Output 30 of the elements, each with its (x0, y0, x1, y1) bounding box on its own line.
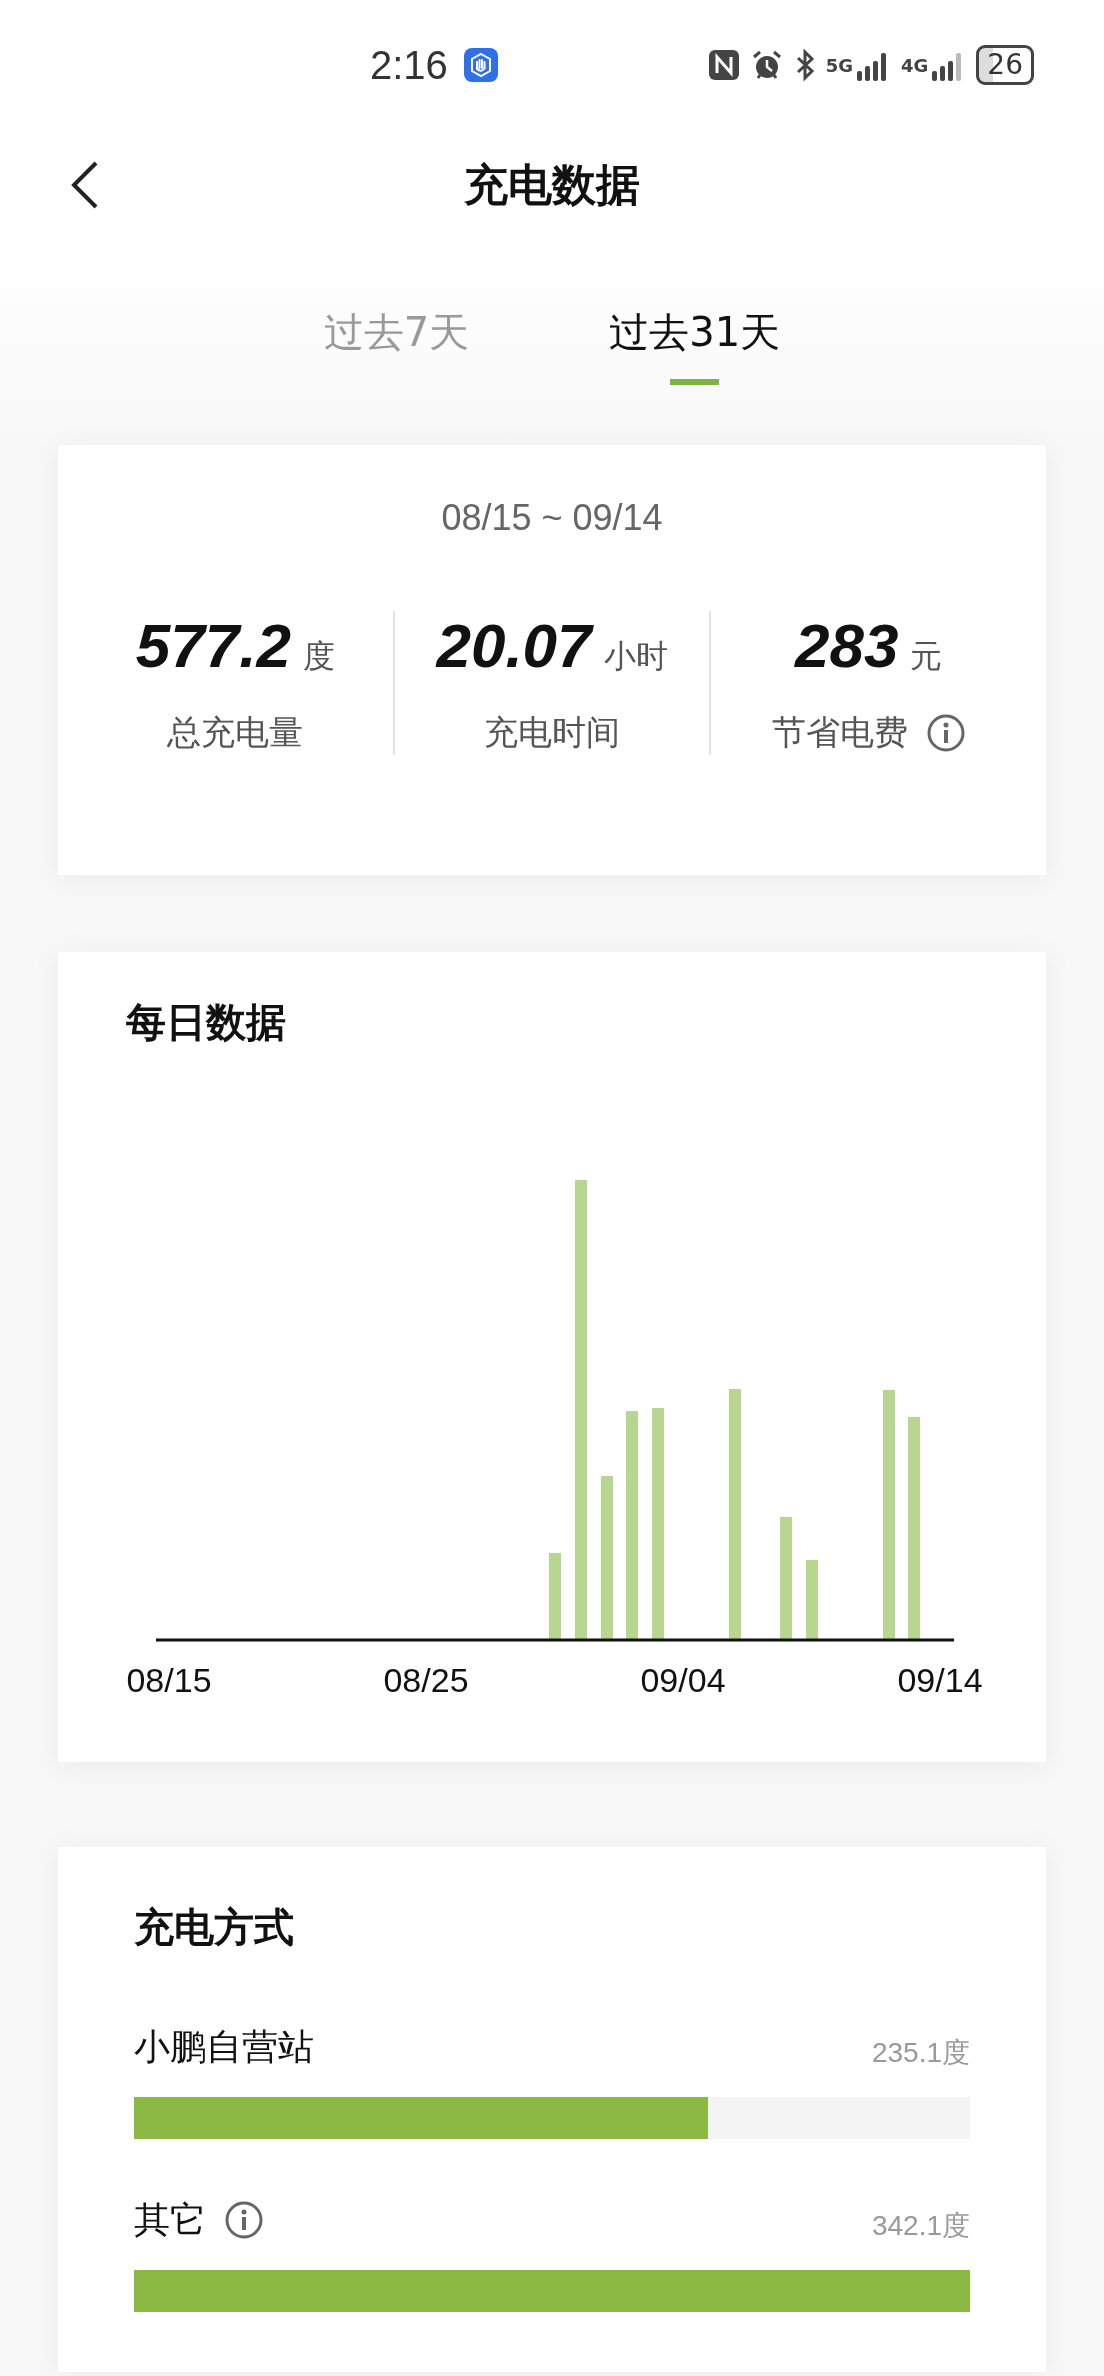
stat-unit: 元 (910, 636, 943, 677)
nfc-icon (707, 49, 740, 81)
method-reading: 235.1度 (871, 2036, 970, 2070)
info-icon[interactable] (224, 2200, 264, 2240)
axis-label: 08/25 (383, 1661, 469, 1699)
stat-value: 20.07 (436, 611, 592, 681)
method-name: 小鹏自营站 (134, 2024, 314, 2069)
stat-value: 577.2 (135, 611, 291, 681)
stat-value: 283 (794, 611, 899, 681)
method-name: 其它 (134, 2197, 206, 2242)
stat-unit: 度 (302, 636, 335, 677)
stat-label: 充电时间 (484, 711, 620, 754)
status-time: 2:16 (370, 42, 448, 88)
stat-unit: 小时 (603, 636, 668, 677)
axis-label: 08/15 (126, 1661, 212, 1699)
section-title: 充电方式 (134, 1903, 295, 1952)
network-type: 5G (825, 54, 854, 76)
stat-label: 节省电费 (771, 711, 908, 754)
section-title: 每日数据 (125, 998, 287, 1047)
date-range: 08/15 ~ 09/14 (440, 496, 664, 540)
info-icon[interactable] (925, 713, 966, 753)
battery-level: 26 (976, 45, 1034, 85)
period-tab[interactable]: 过去31天 (609, 305, 781, 385)
page-title: 充电数据 (464, 157, 640, 212)
network-type: 4G (901, 54, 929, 76)
hand-icon (463, 48, 498, 82)
axis-label: 09/04 (640, 1661, 726, 1699)
method-reading: 342.1度 (871, 2209, 970, 2243)
axis-label: 09/14 (897, 1661, 983, 1699)
stat-label: 总充电量 (167, 711, 304, 754)
